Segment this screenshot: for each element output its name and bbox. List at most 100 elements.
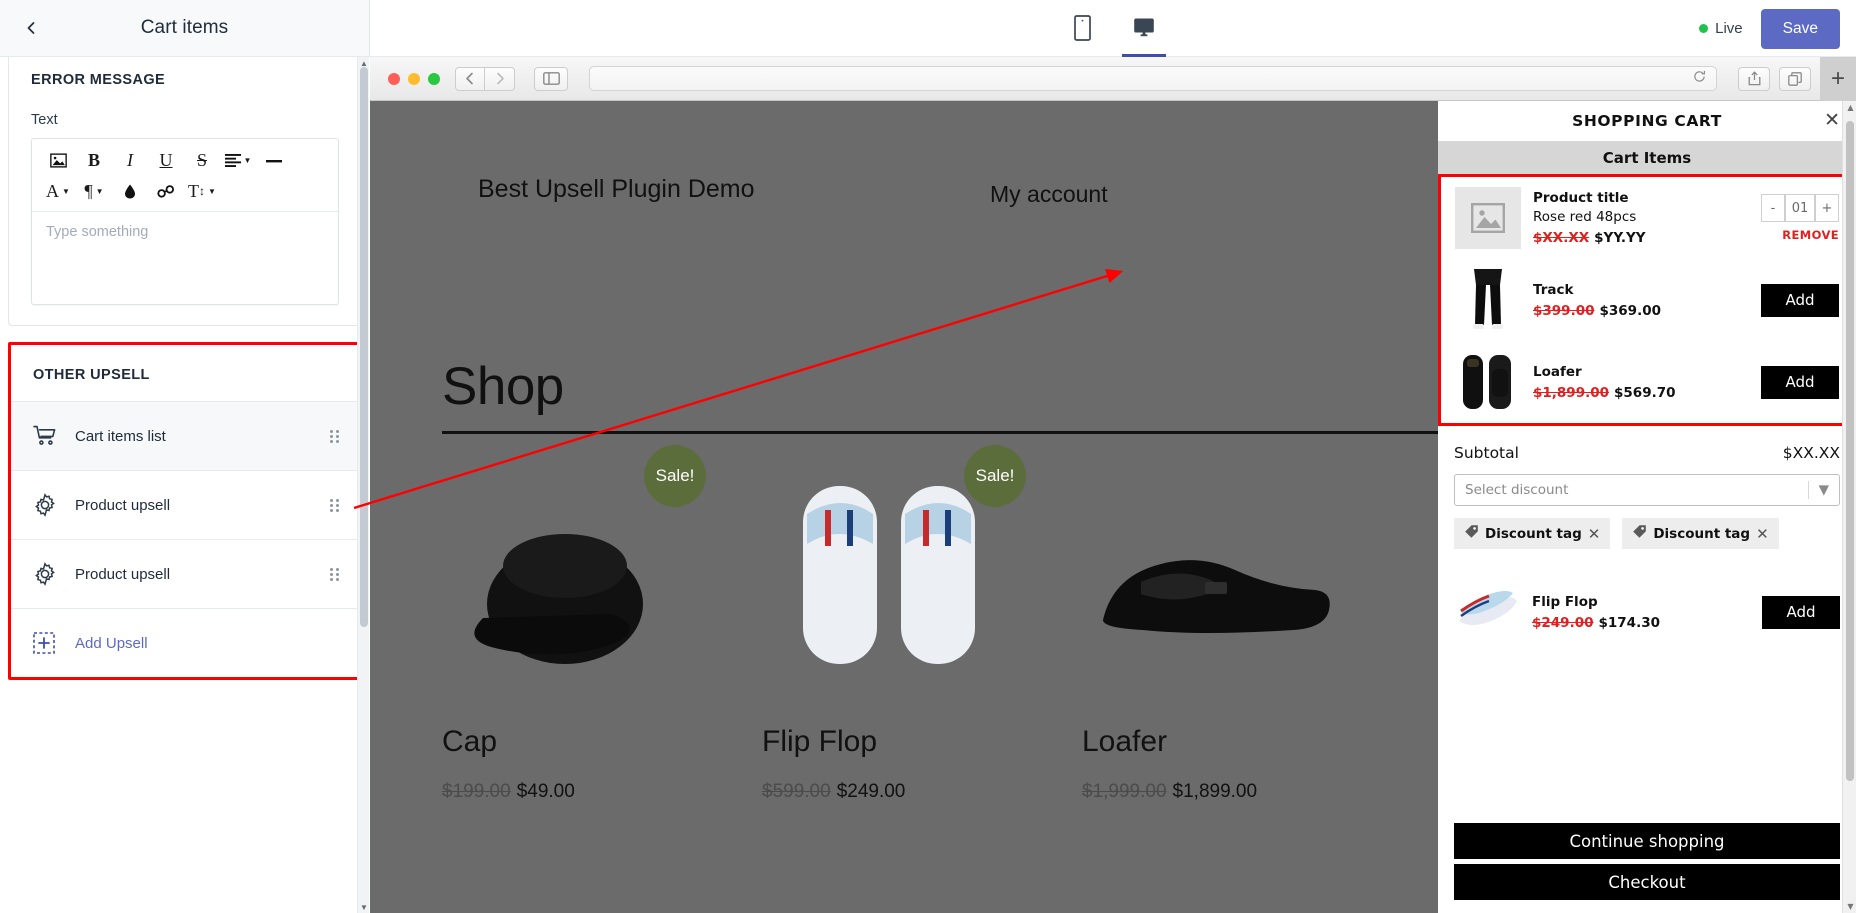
upsell-item-product-upsell-1[interactable]: Product upsell bbox=[11, 470, 359, 539]
rich-text-editor[interactable]: B I U S ▼ bbox=[31, 138, 339, 305]
scroll-down-arrow-icon[interactable]: ▼ bbox=[1846, 902, 1855, 911]
editor-toolbar: B I U S ▼ bbox=[32, 139, 338, 212]
browser-chrome: + bbox=[370, 57, 1856, 101]
mobile-view-icon[interactable] bbox=[1060, 0, 1104, 57]
error-message-section: ERROR MESSAGE Text B I U S bbox=[9, 58, 361, 325]
paragraph-icon[interactable]: ¶▼ bbox=[76, 178, 112, 206]
upsell-item-cart-items-list[interactable]: Cart items list bbox=[11, 401, 359, 470]
cart-upsell-price: $1,899.00$569.70 bbox=[1533, 385, 1749, 401]
align-icon[interactable]: ▼ bbox=[220, 147, 256, 175]
discount-tag[interactable]: Discount tag ✕ bbox=[1454, 518, 1610, 549]
product-card-loafer[interactable]: Loafer $1,999.00$1,899.00 bbox=[1082, 453, 1342, 803]
continue-shopping-button[interactable]: Continue shopping bbox=[1454, 823, 1840, 859]
navigation-buttons bbox=[455, 67, 515, 91]
browser-back-icon[interactable] bbox=[455, 67, 485, 91]
add-to-cart-button[interactable]: Add bbox=[1762, 596, 1840, 629]
app-root: Cart items ERROR MESSAGE Text B bbox=[0, 0, 1856, 913]
left-panel-header: Cart items bbox=[0, 0, 369, 57]
drag-handle-icon[interactable] bbox=[323, 568, 345, 581]
add-upsell-button[interactable]: Add Upsell bbox=[11, 608, 359, 677]
quantity-decrease-button[interactable]: - bbox=[1761, 194, 1785, 222]
save-button[interactable]: Save bbox=[1761, 9, 1840, 49]
cart-line-item-title: Product title bbox=[1533, 190, 1749, 206]
horizontal-rule-icon[interactable] bbox=[256, 147, 292, 175]
add-to-cart-button[interactable]: Add bbox=[1761, 366, 1839, 399]
remove-tag-icon[interactable]: ✕ bbox=[1588, 525, 1601, 543]
cart-scrollbar-thumb[interactable] bbox=[1846, 121, 1854, 781]
insert-image-icon[interactable] bbox=[40, 147, 76, 175]
highlight-color-icon[interactable] bbox=[112, 178, 148, 206]
add-upsell-label: Add Upsell bbox=[75, 635, 345, 652]
discount-tag[interactable]: Discount tag ✕ bbox=[1622, 518, 1778, 549]
underline-icon[interactable]: U bbox=[148, 147, 184, 175]
share-icon[interactable] bbox=[1738, 67, 1770, 91]
upsell-item-label: Product upsell bbox=[75, 566, 323, 583]
left-panel-scrollbar[interactable]: ▲ ▼ bbox=[357, 57, 369, 913]
new-tab-button[interactable]: + bbox=[1820, 57, 1856, 101]
shopping-cart-drawer: SHOPPING CART ✕ Cart Items Product title bbox=[1438, 101, 1856, 913]
browser-preview: + Best Upsell Plugin Demo My account Sho… bbox=[370, 57, 1856, 913]
font-size-icon[interactable]: T↕▼ bbox=[184, 178, 220, 206]
sidebar-toggle-icon[interactable] bbox=[534, 67, 568, 91]
checkout-button[interactable]: Checkout bbox=[1454, 864, 1840, 900]
sale-badge: Sale! bbox=[644, 445, 706, 507]
close-icon[interactable]: ✕ bbox=[1824, 111, 1840, 130]
tag-icon bbox=[1632, 524, 1647, 543]
gear-icon bbox=[33, 562, 75, 586]
strikethrough-icon[interactable]: S bbox=[184, 147, 220, 175]
discount-placeholder: Select discount bbox=[1465, 482, 1568, 498]
browser-forward-icon[interactable] bbox=[485, 67, 515, 91]
product-card-flip-flop[interactable]: Sale! bbox=[762, 453, 1022, 803]
remove-item-link[interactable]: REMOVE bbox=[1782, 228, 1839, 242]
cart-line-item: Product title Rose red 48pcs $XX.XX$YY.Y… bbox=[1441, 177, 1853, 259]
product-old-price: $1,999.00 bbox=[1082, 781, 1167, 802]
product-old-price: $199.00 bbox=[442, 781, 511, 802]
editor-toolbar-row-2: A▼ ¶▼ T↕▼ bbox=[40, 176, 330, 207]
desktop-view-icon[interactable] bbox=[1122, 0, 1166, 57]
product-card-cap[interactable]: Sale! Cap $199.00$49.00 bbox=[442, 453, 702, 803]
discount-tag-label: Discount tag bbox=[1485, 526, 1582, 542]
my-account-link[interactable]: My account bbox=[990, 181, 1108, 208]
scroll-up-arrow-icon[interactable]: ▲ bbox=[1846, 103, 1855, 112]
chevron-down-icon: ▼ bbox=[62, 187, 70, 196]
quantity-stepper[interactable]: - 01 + bbox=[1761, 194, 1839, 222]
cart-scrollbar[interactable]: ▲ ▼ bbox=[1842, 101, 1856, 913]
sale-badge: Sale! bbox=[964, 445, 1026, 507]
link-icon[interactable] bbox=[148, 178, 184, 206]
cart-bottom-upsell-item: Flip Flop $249.00$174.30 Add bbox=[1454, 571, 1840, 653]
editor-content[interactable]: Type something bbox=[32, 212, 338, 304]
minimize-window-button[interactable] bbox=[408, 73, 420, 85]
cart-upsell-info: Track $399.00$369.00 bbox=[1533, 282, 1749, 319]
scrollbar-thumb[interactable] bbox=[360, 67, 368, 627]
cart-upsell-new-price: $369.00 bbox=[1600, 303, 1662, 319]
scroll-down-arrow-icon[interactable]: ▼ bbox=[359, 901, 369, 913]
reload-icon[interactable] bbox=[1693, 70, 1706, 88]
product-price: $1,999.00$1,899.00 bbox=[1082, 781, 1342, 803]
maximize-window-button[interactable] bbox=[428, 73, 440, 85]
upsell-item-product-upsell-2[interactable]: Product upsell bbox=[11, 539, 359, 608]
quantity-value[interactable]: 01 bbox=[1785, 194, 1815, 222]
chevron-down-icon: ▼ bbox=[208, 187, 216, 196]
discount-tag-label: Discount tag bbox=[1653, 526, 1750, 542]
italic-icon[interactable]: I bbox=[112, 147, 148, 175]
text-color-icon[interactable]: A▼ bbox=[40, 178, 76, 206]
tab-overview-icon[interactable] bbox=[1779, 67, 1811, 91]
cart-header: SHOPPING CART ✕ bbox=[1438, 101, 1856, 141]
drag-handle-icon[interactable] bbox=[323, 499, 345, 512]
cart-bottom-upsell-title: Flip Flop bbox=[1532, 594, 1750, 610]
add-to-cart-button[interactable]: Add bbox=[1761, 284, 1839, 317]
top-right-actions: Live Save bbox=[1699, 0, 1840, 57]
site-brand-title: Best Upsell Plugin Demo bbox=[478, 175, 755, 204]
quantity-increase-button[interactable]: + bbox=[1815, 194, 1839, 222]
address-bar[interactable] bbox=[589, 66, 1717, 91]
gear-icon bbox=[33, 493, 75, 517]
other-upsell-section: OTHER UPSELL Cart items list Product ups… bbox=[8, 342, 362, 680]
remove-tag-icon[interactable]: ✕ bbox=[1756, 525, 1769, 543]
cart-upsell-price: $399.00$369.00 bbox=[1533, 303, 1749, 319]
live-status-badge: Live bbox=[1699, 20, 1743, 37]
back-button[interactable] bbox=[8, 5, 54, 51]
drag-handle-icon[interactable] bbox=[323, 430, 345, 443]
close-window-button[interactable] bbox=[388, 73, 400, 85]
bold-icon[interactable]: B bbox=[76, 147, 112, 175]
discount-select[interactable]: Select discount ▼ bbox=[1454, 474, 1840, 506]
